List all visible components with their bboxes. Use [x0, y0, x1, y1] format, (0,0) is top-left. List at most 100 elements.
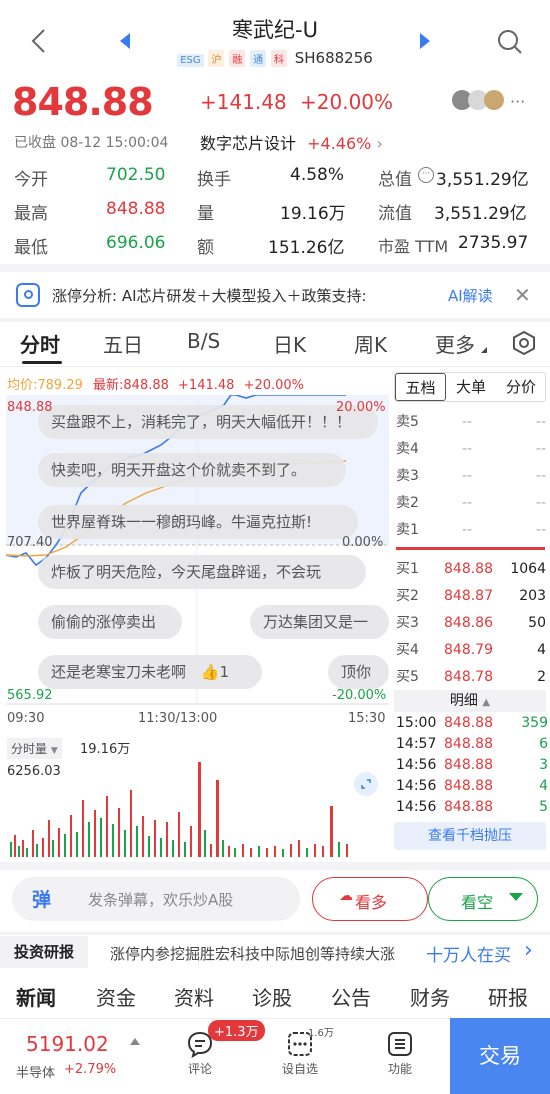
trade-button[interactable]: 交易 [450, 1018, 550, 1094]
ask-price: -- [462, 441, 473, 457]
danmu-bubble[interactable]: 顶你 [328, 655, 389, 689]
tab-five-level[interactable]: 五档 [395, 373, 446, 401]
ask-label: 卖3 [396, 468, 419, 484]
danmu-icon: 弹 [32, 889, 52, 911]
settings-icon[interactable] [512, 330, 536, 359]
research-row[interactable]: 投资研报 涨停内参挖掘胜宏科技中际旭创等持续大涨 十万人在买 › [0, 936, 550, 968]
y-axis-mid-pct: 0.00% [342, 535, 384, 550]
trade-vol: 6 [539, 736, 548, 752]
function-nav[interactable]: 功能 [378, 1030, 422, 1077]
watchlist-count: 1.6万 [308, 1028, 334, 1039]
close-icon[interactable]: ✕ [514, 283, 531, 307]
low-label: 最低 [14, 238, 48, 258]
danmu-text: 还是老寒宝刀未老啊 [51, 663, 187, 681]
time-mid: 11:30/13:00 [138, 711, 218, 726]
trade-row: 14:56 848.88 3 [396, 755, 548, 776]
danmu-bubble[interactable]: 万达集团又是一 [250, 605, 389, 639]
current-price: 848.88 [12, 80, 154, 124]
bid-label: 买1 [396, 561, 419, 577]
tab-more[interactable]: 更多 [435, 329, 475, 358]
tab-funds[interactable]: 资金 [96, 982, 136, 1011]
danmu-input-bar[interactable]: 弹 发条弹幕，欢乐炒A股 [12, 877, 300, 921]
float-value: 3,551.29亿 [434, 204, 527, 224]
tab-report[interactable]: 研报 [488, 982, 528, 1011]
ai-interpret-button[interactable]: AI解读 [448, 285, 493, 306]
dropdown-corner-icon [481, 347, 487, 353]
ask-price: -- [462, 495, 473, 511]
next-stock-icon[interactable] [418, 33, 432, 53]
search-icon[interactable] [497, 29, 523, 59]
bid-vol: 50 [528, 615, 546, 631]
tab-weekly-k[interactable]: 周K [354, 329, 387, 358]
more-icon[interactable]: ··· [510, 92, 525, 111]
ask-vol: -- [535, 414, 546, 430]
turnover-value: 4.58% [290, 165, 345, 185]
tag-star: 科 [270, 50, 287, 67]
tab-profile[interactable]: 资料 [174, 982, 214, 1011]
tab-daily-k[interactable]: 日K [273, 329, 306, 358]
stock-tags: ESG 沪 融 通 科 SH688256 [0, 49, 550, 67]
tabs-divider [0, 366, 550, 367]
bear-button[interactable]: 看空 [428, 877, 538, 921]
turnover-label: 换手 [197, 170, 231, 190]
danmu-bubble[interactable]: 炸板了明天危险，今天尾盘辟谣，不会玩 [38, 555, 366, 589]
y-axis-bottom-pct: -20.00% [332, 688, 387, 703]
info-icon[interactable]: ··· [418, 167, 434, 183]
function-label: 功能 [387, 1062, 412, 1076]
research-headline[interactable]: 涨停内参挖掘胜宏科技中际旭创等持续大涨 [110, 943, 410, 964]
bull-button[interactable]: ☁ 看多 [312, 877, 428, 921]
bid-row: 买1 848.88 1064 [396, 556, 546, 582]
price-change: +141.48 [200, 90, 287, 114]
tab-big-order[interactable]: 大单 [446, 373, 496, 401]
thumbs-up-icon[interactable]: 👍 [201, 663, 220, 681]
volume-label: 量 [197, 204, 214, 224]
bid-price: 848.79 [444, 642, 493, 658]
volume-chart [6, 760, 389, 857]
watchlist-label: 设自选 [281, 1062, 318, 1076]
stock-code: SH688256 [294, 49, 373, 67]
tab-diagnosis[interactable]: 诊股 [252, 982, 292, 1011]
trade-price: 848.88 [444, 715, 493, 731]
analysis-icon [16, 283, 40, 307]
tab-five-day[interactable]: 五日 [103, 329, 143, 358]
y-axis-top: 848.88 [7, 400, 53, 415]
detail-header[interactable]: 明细 ▲ [394, 690, 546, 712]
avatar-group[interactable] [452, 90, 512, 112]
tab-news[interactable]: 新闻 [16, 982, 56, 1011]
danmu-bubble[interactable]: 买盘跟不上，消耗完了，明天大幅低开！！！ [38, 405, 378, 439]
ask-price: -- [462, 522, 473, 538]
ask-label: 卖4 [396, 441, 419, 457]
bid-label: 买5 [396, 669, 419, 685]
view-depth-button[interactable]: 查看千档抛压 [394, 822, 546, 850]
tab-intraday[interactable]: 分时 [20, 329, 60, 358]
volume-selector[interactable]: 分时量 ▼ [7, 738, 62, 759]
intraday-chart[interactable]: 买盘跟不上，消耗完了，明天大幅低开！！！ 快卖吧，明天开盘这个价就卖不到了。 世… [5, 394, 389, 705]
low-value: 696.06 [106, 233, 166, 253]
bull-label: 看多 [355, 893, 388, 912]
latest-price-label: 最新:848.88 [93, 378, 169, 393]
danmu-bubble[interactable]: 还是老寒宝刀未老啊 👍1 [38, 655, 262, 689]
trade-row: 14:56 848.88 4 [396, 776, 548, 797]
danmu-bubble[interactable]: 偷偷的涨停卖出 [38, 605, 182, 639]
danmu-input[interactable]: 发条弹幕，欢乐炒A股 [88, 889, 233, 910]
expand-icon[interactable] [354, 772, 378, 796]
bid-row: 买2 848.87 203 [396, 583, 546, 609]
danmu-bubble[interactable]: 快卖吧，明天开盘这个价就卖不到了。 [38, 453, 346, 487]
index-widget[interactable]: 5191.02 半导体 +2.79% [16, 1030, 146, 1082]
tab-finance[interactable]: 财务 [410, 982, 450, 1011]
tab-price-dist[interactable]: 分价 [496, 373, 546, 401]
trade-price: 848.88 [444, 757, 493, 773]
limit-up-banner[interactable]: 涨停分析: AI芯片研发＋大模型投入＋政策支持: AI解读 ✕ [0, 272, 550, 318]
danmu-bubble[interactable]: 世界屋脊珠一一穆朗玛峰。牛逼克拉斯! [38, 505, 358, 539]
tag-margin: 融 [229, 50, 246, 67]
research-hot[interactable]: 十万人在买 [426, 941, 511, 966]
sector-link[interactable]: 数字芯片设计 +4.46% › [200, 130, 383, 154]
time-end: 15:30 [348, 711, 386, 726]
tab-announce[interactable]: 公告 [331, 982, 371, 1011]
sector-name: 数字芯片设计 [200, 134, 297, 153]
bid-row: 买5 848.78 2 [396, 664, 546, 690]
float-label: 流值 [378, 204, 412, 224]
market-status: 已收盘 08-12 15:00:04 [14, 135, 169, 151]
y-axis-mid: 707.40 [7, 535, 53, 550]
tab-bs[interactable]: B/S [187, 329, 220, 353]
